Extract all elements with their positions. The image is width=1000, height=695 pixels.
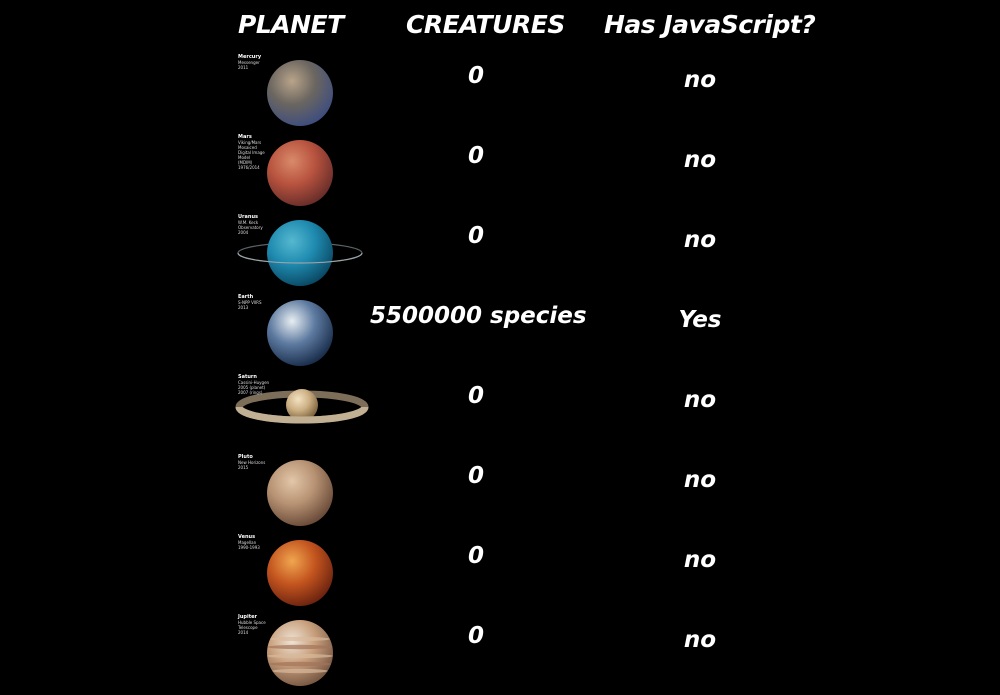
table-row: Earth S-NPP VIIRS 2013 5500000 species Yes	[0, 295, 1000, 375]
planet-cell: Earth S-NPP VIIRS 2013	[228, 295, 378, 375]
planet-caption: Saturn Cassini-Huygen 2005 (planet) 2007 (r…	[238, 375, 278, 396]
has-javascript-value: no	[683, 147, 717, 173]
planet-caption: Uranus W.M. Keck Observatory 2004	[238, 215, 278, 236]
creatures-value: 0	[467, 223, 484, 249]
planet-caption: Earth S-NPP VIIRS 2013	[238, 295, 278, 311]
caption-line: Digital Image Model	[238, 150, 265, 160]
caption-line: 1976/2014	[238, 165, 260, 170]
table-row: Uranus W.M. Keck Observatory 2004 0 no	[0, 215, 1000, 295]
caption-line: 2014	[238, 630, 249, 635]
planet-cell: Jupiter Hubble Space Telescope 2014	[228, 615, 378, 695]
creatures-value: 0	[467, 623, 484, 649]
header-creatures: CREATURES	[406, 10, 565, 39]
creatures-value: 0	[467, 143, 484, 169]
has-javascript-value: no	[683, 467, 717, 493]
caption-line: W.M. Keck Observatory	[238, 220, 263, 230]
has-javascript-value: no	[683, 387, 717, 413]
has-javascript-value: no	[683, 547, 717, 573]
caption-line: 1990-1993	[238, 545, 260, 550]
has-javascript-value: no	[683, 67, 717, 93]
caption-line: 2004	[238, 230, 249, 235]
caption-line: Viking/Mars Mosaiced	[238, 140, 262, 150]
planet-caption: Venus Magellan 1990-1993	[238, 535, 278, 551]
creatures-value: 0	[467, 383, 484, 409]
caption-line: 2007 (rings)	[238, 390, 263, 395]
creatures-value: 0	[467, 63, 484, 89]
planet-cell: Pluto New Horizons 2015	[228, 455, 378, 535]
planet-caption: Jupiter Hubble Space Telescope 2014	[238, 615, 278, 636]
table-row: Pluto New Horizons 2015 0 no	[0, 455, 1000, 535]
has-javascript-value: no	[683, 627, 717, 653]
creatures-value: 0	[467, 463, 484, 489]
table-row: Mars Viking/Mars Mosaiced Digital Image Mo…	[0, 135, 1000, 215]
planet-caption: Mercury Messenger 2011	[238, 55, 278, 71]
creatures-value: 5500000 species	[370, 303, 587, 329]
caption-line: 2011	[238, 65, 249, 70]
creatures-value: 0	[467, 543, 484, 569]
has-javascript-value: no	[683, 227, 717, 253]
planet-cell: Mercury Messenger 2011	[228, 55, 378, 135]
planet-caption: Mars Viking/Mars Mosaiced Digital Image Mo…	[238, 135, 278, 171]
header-planet: PLANET	[238, 10, 344, 39]
planet-caption: Pluto New Horizons 2015	[238, 455, 278, 471]
planet-cell: Saturn Cassini-Huygen 2005 (planet) 2007 (r…	[228, 375, 378, 455]
planet-cell: Mars Viking/Mars Mosaiced Digital Image Mo…	[228, 135, 378, 215]
header-has-javascript: Has JavaScript?	[604, 10, 816, 39]
table-row: Venus Magellan 1990-1993 0 no	[0, 535, 1000, 615]
caption-line: 2015	[238, 465, 249, 470]
table-row: Mercury Messenger 2011 0 no	[0, 55, 1000, 135]
caption-line: 2013	[238, 305, 249, 310]
table-row: Saturn Cassini-Huygen 2005 (planet) 2007 (r…	[0, 375, 1000, 455]
planet-cell: Uranus W.M. Keck Observatory 2004	[228, 215, 378, 295]
table-row: Jupiter Hubble Space Telescope 2014 0 no	[0, 615, 1000, 695]
planet-cell: Venus Magellan 1990-1993	[228, 535, 378, 615]
has-javascript-value: Yes	[678, 307, 722, 333]
